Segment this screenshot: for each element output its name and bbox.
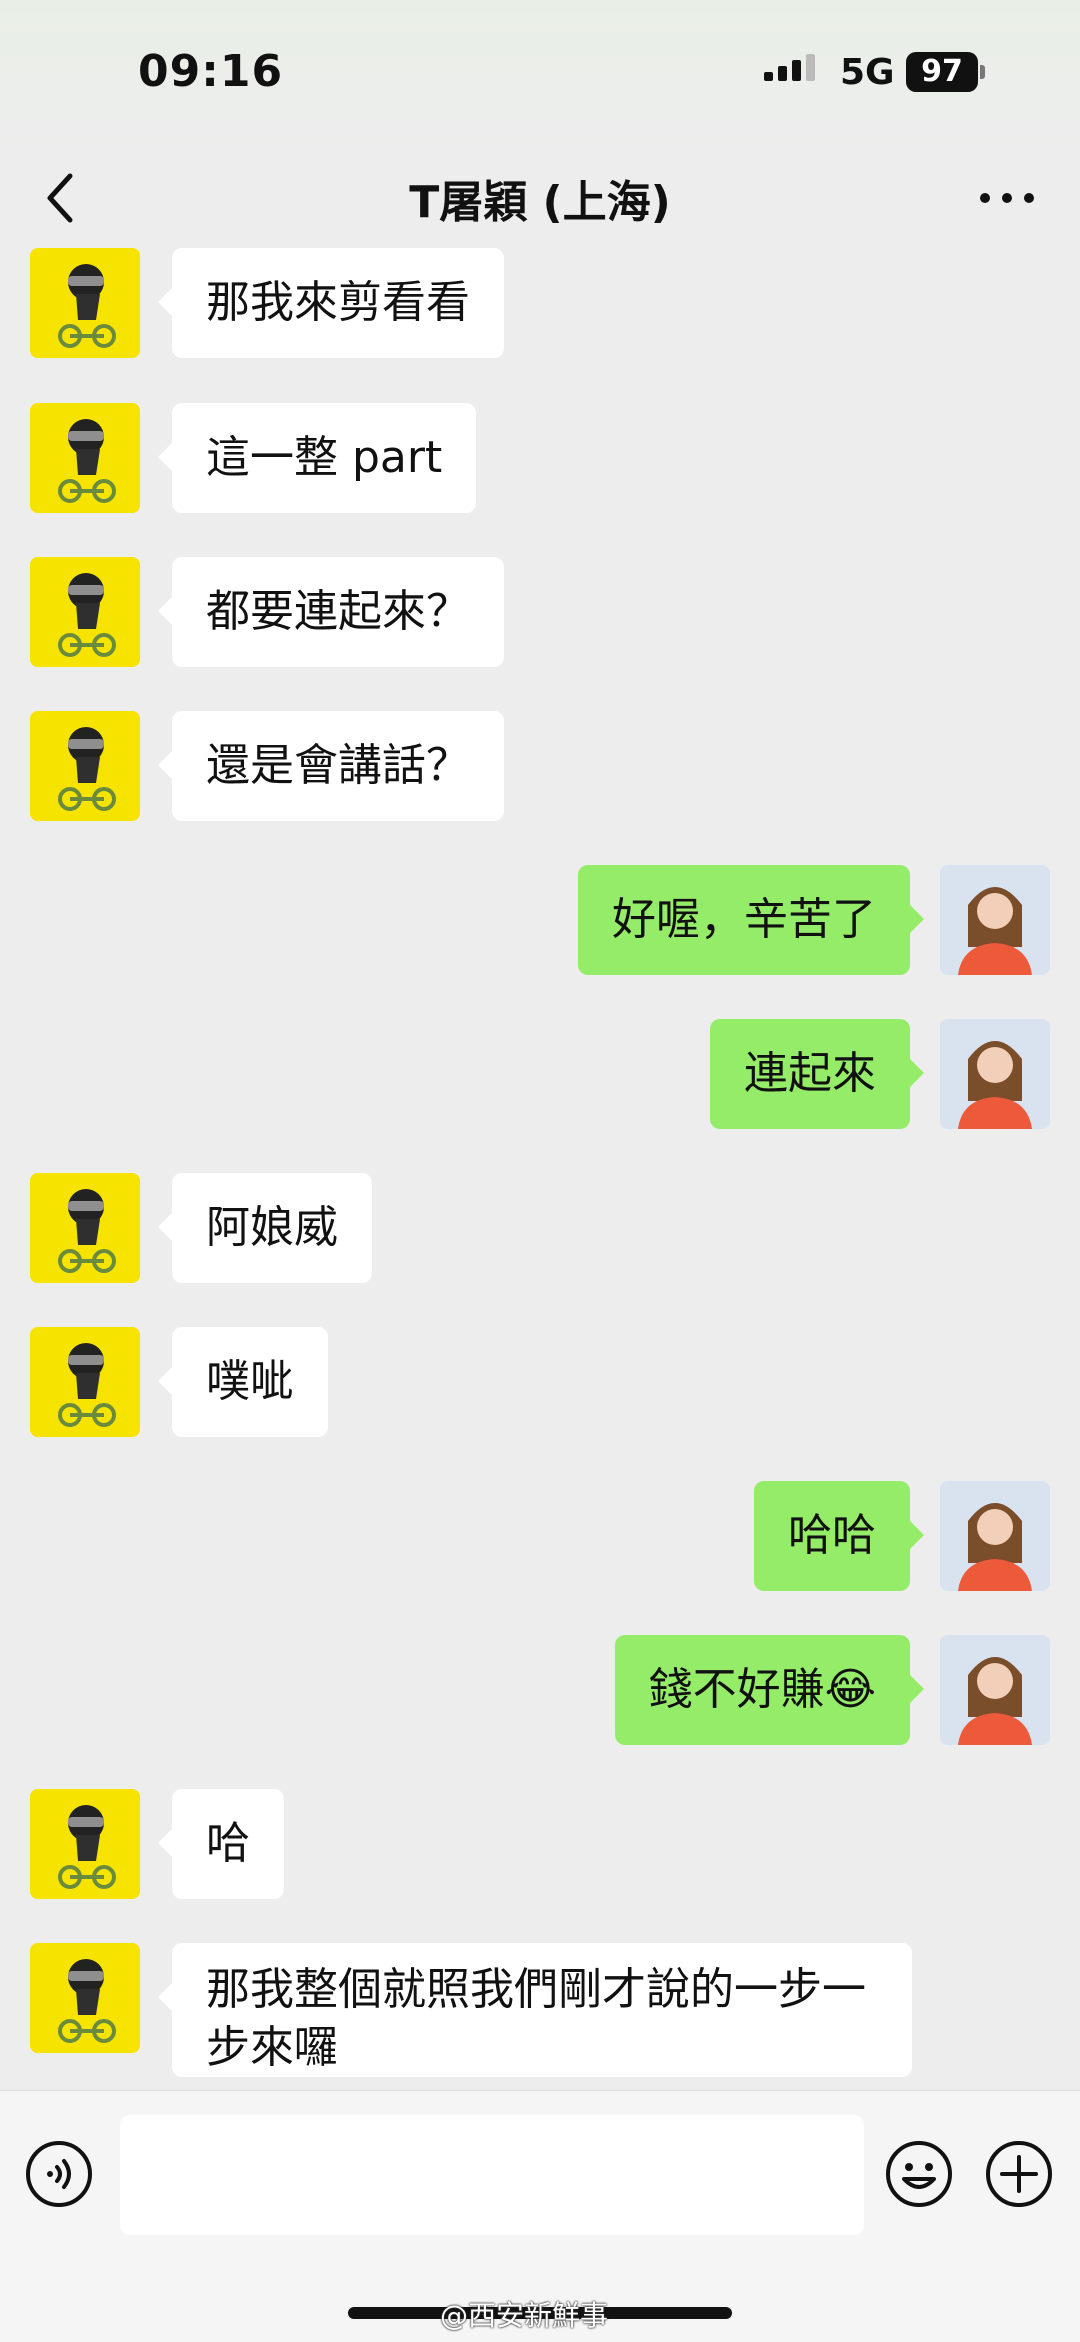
contact-avatar[interactable]	[30, 711, 140, 821]
my-avatar[interactable]	[940, 1635, 1050, 1745]
chat-header: T屠穎 (上海)	[0, 148, 1080, 248]
contact-avatar[interactable]	[30, 557, 140, 667]
message-bubble[interactable]: 好喔，辛苦了	[578, 865, 924, 975]
battery-level: 97	[906, 52, 978, 92]
my-avatar[interactable]	[940, 1481, 1050, 1591]
my-avatar[interactable]	[940, 1019, 1050, 1129]
message-bubble[interactable]: 這一整 part	[157, 403, 477, 513]
contact-avatar[interactable]	[30, 1173, 140, 1283]
message-input[interactable]	[120, 2115, 864, 2235]
message-list[interactable]: 那我來剪看看 這一整 part 都要連起來？ 還是會講話？ 好喔，辛苦了 連起來	[0, 248, 1080, 2088]
contact-avatar[interactable]	[30, 403, 140, 513]
contact-avatar[interactable]	[30, 1327, 140, 1437]
message-bubble[interactable]: 哈哈	[754, 1481, 924, 1591]
voice-input-icon[interactable]	[24, 2139, 94, 2209]
contact-avatar[interactable]	[30, 1789, 140, 1899]
network-type: 5G	[840, 52, 895, 93]
chat-title: T屠穎 (上海)	[409, 177, 671, 228]
watermark: @西安新鮮事	[440, 2299, 609, 2332]
contact-avatar[interactable]	[30, 1943, 140, 2053]
message-bubble[interactable]: 噗呲	[158, 1327, 328, 1437]
message-bubble[interactable]: 連起來	[710, 1019, 924, 1129]
status-bar: 09:16 5G 97	[0, 0, 1080, 148]
signal-icon	[764, 54, 815, 81]
message-bubble[interactable]: 還是會講話？	[158, 711, 504, 821]
add-more-icon[interactable]	[984, 2139, 1054, 2209]
contact-avatar[interactable]	[30, 248, 140, 358]
message-bubble[interactable]: 都要連起來？	[158, 557, 504, 667]
status-time: 09:16	[138, 46, 284, 97]
message-bubble[interactable]: 那我來剪看看	[158, 248, 504, 358]
message-bubble[interactable]: 哈	[158, 1789, 284, 1899]
battery-tip	[980, 65, 985, 79]
message-bubble[interactable]: 錢不好賺😂	[614, 1635, 925, 1745]
message-bubble[interactable]: 那我整個就照我們剛才說的一步一步來囉	[158, 1943, 912, 2077]
more-options-icon[interactable]	[972, 170, 1042, 226]
my-avatar[interactable]	[940, 865, 1050, 975]
emoji-icon[interactable]	[884, 2139, 954, 2209]
message-bubble[interactable]: 阿娘威	[158, 1173, 372, 1283]
